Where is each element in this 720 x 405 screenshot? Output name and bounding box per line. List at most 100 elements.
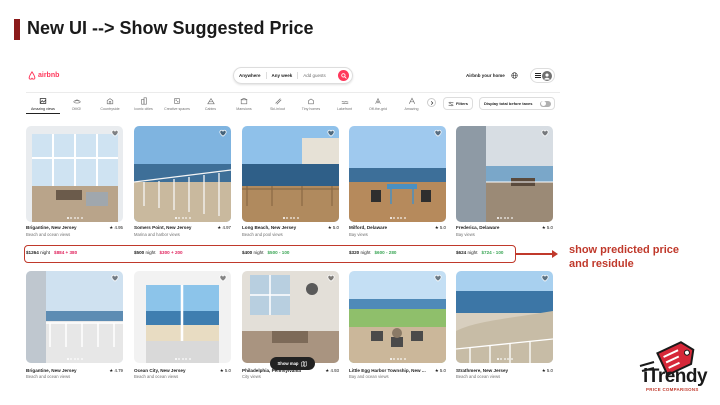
heart-icon[interactable] <box>541 129 549 137</box>
category-tab-label: Countryside <box>100 107 120 111</box>
chevron-right-icon <box>430 100 433 105</box>
search-button[interactable] <box>338 70 349 81</box>
listing-photo[interactable] <box>134 126 231 222</box>
photo-pagination-dots <box>26 358 123 360</box>
heart-icon[interactable] <box>327 129 335 137</box>
category-tab[interactable]: Cabins <box>194 97 228 111</box>
category-tab[interactable]: Amazing views <box>26 97 60 114</box>
listing-photo[interactable] <box>26 126 123 222</box>
globe-icon[interactable] <box>511 72 518 79</box>
search-bar[interactable]: Anywhere Any week Add guests <box>233 67 353 84</box>
annotation-text: show predicted price and residule <box>569 243 709 271</box>
photo-pagination-dots <box>134 358 231 360</box>
heart-icon[interactable] <box>541 274 549 282</box>
category-tab-label: Cabins <box>204 107 217 111</box>
category-tab-label: Amazing views <box>31 107 55 111</box>
listing-rating: ★ 5.0 <box>328 225 339 231</box>
listing-photo[interactable] <box>349 126 446 222</box>
total-toggle-label: Display total before taxes <box>484 101 533 106</box>
listing-location: Little Egg Harbor Township, New ... <box>349 368 426 373</box>
listing-photo[interactable] <box>134 271 231 363</box>
listing-rating-value: 5.0 <box>439 368 446 373</box>
listing-location: Brigantine, New Jersey <box>26 225 77 230</box>
category-tab[interactable]: Ski-in/out <box>261 97 295 111</box>
heart-icon[interactable] <box>111 129 119 137</box>
app-topbar: airbnb Anywhere Any week Add guests Airb… <box>26 64 560 90</box>
heart-icon[interactable] <box>434 129 442 137</box>
listing-rating-value: 5.0 <box>546 368 553 373</box>
search-icon <box>340 72 347 79</box>
listing-photo[interactable] <box>26 271 123 363</box>
category-tab[interactable]: Iconic cities <box>127 97 161 111</box>
category-tab-label: OMG! <box>71 107 82 111</box>
listing-description: Bay and ocean views <box>349 374 389 379</box>
lake-icon <box>341 101 348 104</box>
host-link[interactable]: Airbnb your home <box>466 73 505 78</box>
photo-pagination-dots <box>456 358 553 360</box>
category-tab-label: Mansions <box>236 107 252 111</box>
listing-location: Frederica, Delaware <box>456 225 500 230</box>
category-tab-label: Ski-in/out <box>270 107 285 111</box>
heart-icon[interactable] <box>219 274 227 282</box>
search-guests[interactable]: Add guests <box>298 73 338 78</box>
sliders-icon <box>448 101 454 106</box>
search-when[interactable]: Any week <box>267 72 299 79</box>
category-tab[interactable]: Countryside <box>93 97 127 111</box>
listing-location: Strathmere, New Jersey <box>456 368 509 373</box>
category-tab-label: Tiny homes <box>301 107 321 111</box>
title-accent-bar <box>14 19 20 40</box>
search-where[interactable]: Anywhere <box>234 72 267 79</box>
heart-icon[interactable] <box>327 274 335 282</box>
listing-description: Beach and ocean views <box>26 232 71 237</box>
listing-photo-image <box>456 126 553 222</box>
listing-photo[interactable] <box>456 126 553 222</box>
profile-menu-button[interactable] <box>530 68 555 83</box>
category-tab[interactable]: Mansions <box>227 97 261 111</box>
airbnb-logo[interactable]: airbnb <box>28 71 59 80</box>
annotation-arrow-head <box>552 250 558 258</box>
heart-icon[interactable] <box>219 129 227 137</box>
heart-icon[interactable] <box>111 274 119 282</box>
annotation-line2: and residule <box>569 258 634 270</box>
category-tab-label: Amazing <box>404 107 419 111</box>
heart-icon[interactable] <box>434 274 442 282</box>
category-tab[interactable]: Amazing <box>395 97 429 111</box>
category-tab[interactable]: OMG! <box>60 97 94 111</box>
category-next-button[interactable] <box>427 98 436 107</box>
listing-photo[interactable] <box>242 271 339 363</box>
listing-rating: ★ 5.0 <box>542 368 553 374</box>
header-divider <box>26 92 560 93</box>
total-before-taxes-toggle[interactable]: Display total before taxes <box>479 97 555 110</box>
listing-rating: ★ 4.95 <box>109 225 123 231</box>
show-map-button[interactable]: Show map <box>270 357 315 370</box>
listing-photo-image <box>349 126 446 222</box>
category-tab[interactable]: Lakefront <box>328 97 362 111</box>
listing-photo[interactable] <box>456 271 553 363</box>
listing-description: Bay views <box>456 232 475 237</box>
listing-rating-value: 5.0 <box>224 368 231 373</box>
toggle-switch[interactable] <box>540 100 551 107</box>
airbnb-logo-text: airbnb <box>38 72 60 79</box>
photo-pagination-dots <box>349 358 446 360</box>
listing-description: Beach and pool views <box>242 232 283 237</box>
hamburger-icon <box>535 73 541 78</box>
category-tab-label: Lakefront <box>337 107 352 111</box>
category-tab[interactable]: Off-the-grid <box>361 97 395 111</box>
palette-icon <box>174 98 180 104</box>
listing-photo[interactable] <box>242 126 339 222</box>
category-tab-label: Off-the-grid <box>368 107 388 111</box>
airbnb-logo-icon <box>28 71 36 80</box>
category-tab[interactable]: Tiny homes <box>294 97 328 111</box>
airbnb-app-screenshot: airbnb Anywhere Any week Add guests Airb… <box>26 64 560 384</box>
category-tab[interactable]: Creative spaces <box>160 97 194 111</box>
listing-description: Beach and ocean views <box>134 374 179 379</box>
filters-button[interactable]: Filters <box>443 97 473 110</box>
listing-location: Ocean City, New Jersey <box>134 368 186 373</box>
listing-rating-value: 4.93 <box>330 368 339 373</box>
photo-pagination-dots <box>456 217 553 219</box>
listing-photo[interactable] <box>349 271 446 363</box>
listing-rating: ★ 4.93 <box>325 368 339 374</box>
listing-rating-value: 4.97 <box>222 225 231 230</box>
filters-label: Filters <box>455 101 468 106</box>
listing-rating: ★ 4.79 <box>109 368 123 374</box>
